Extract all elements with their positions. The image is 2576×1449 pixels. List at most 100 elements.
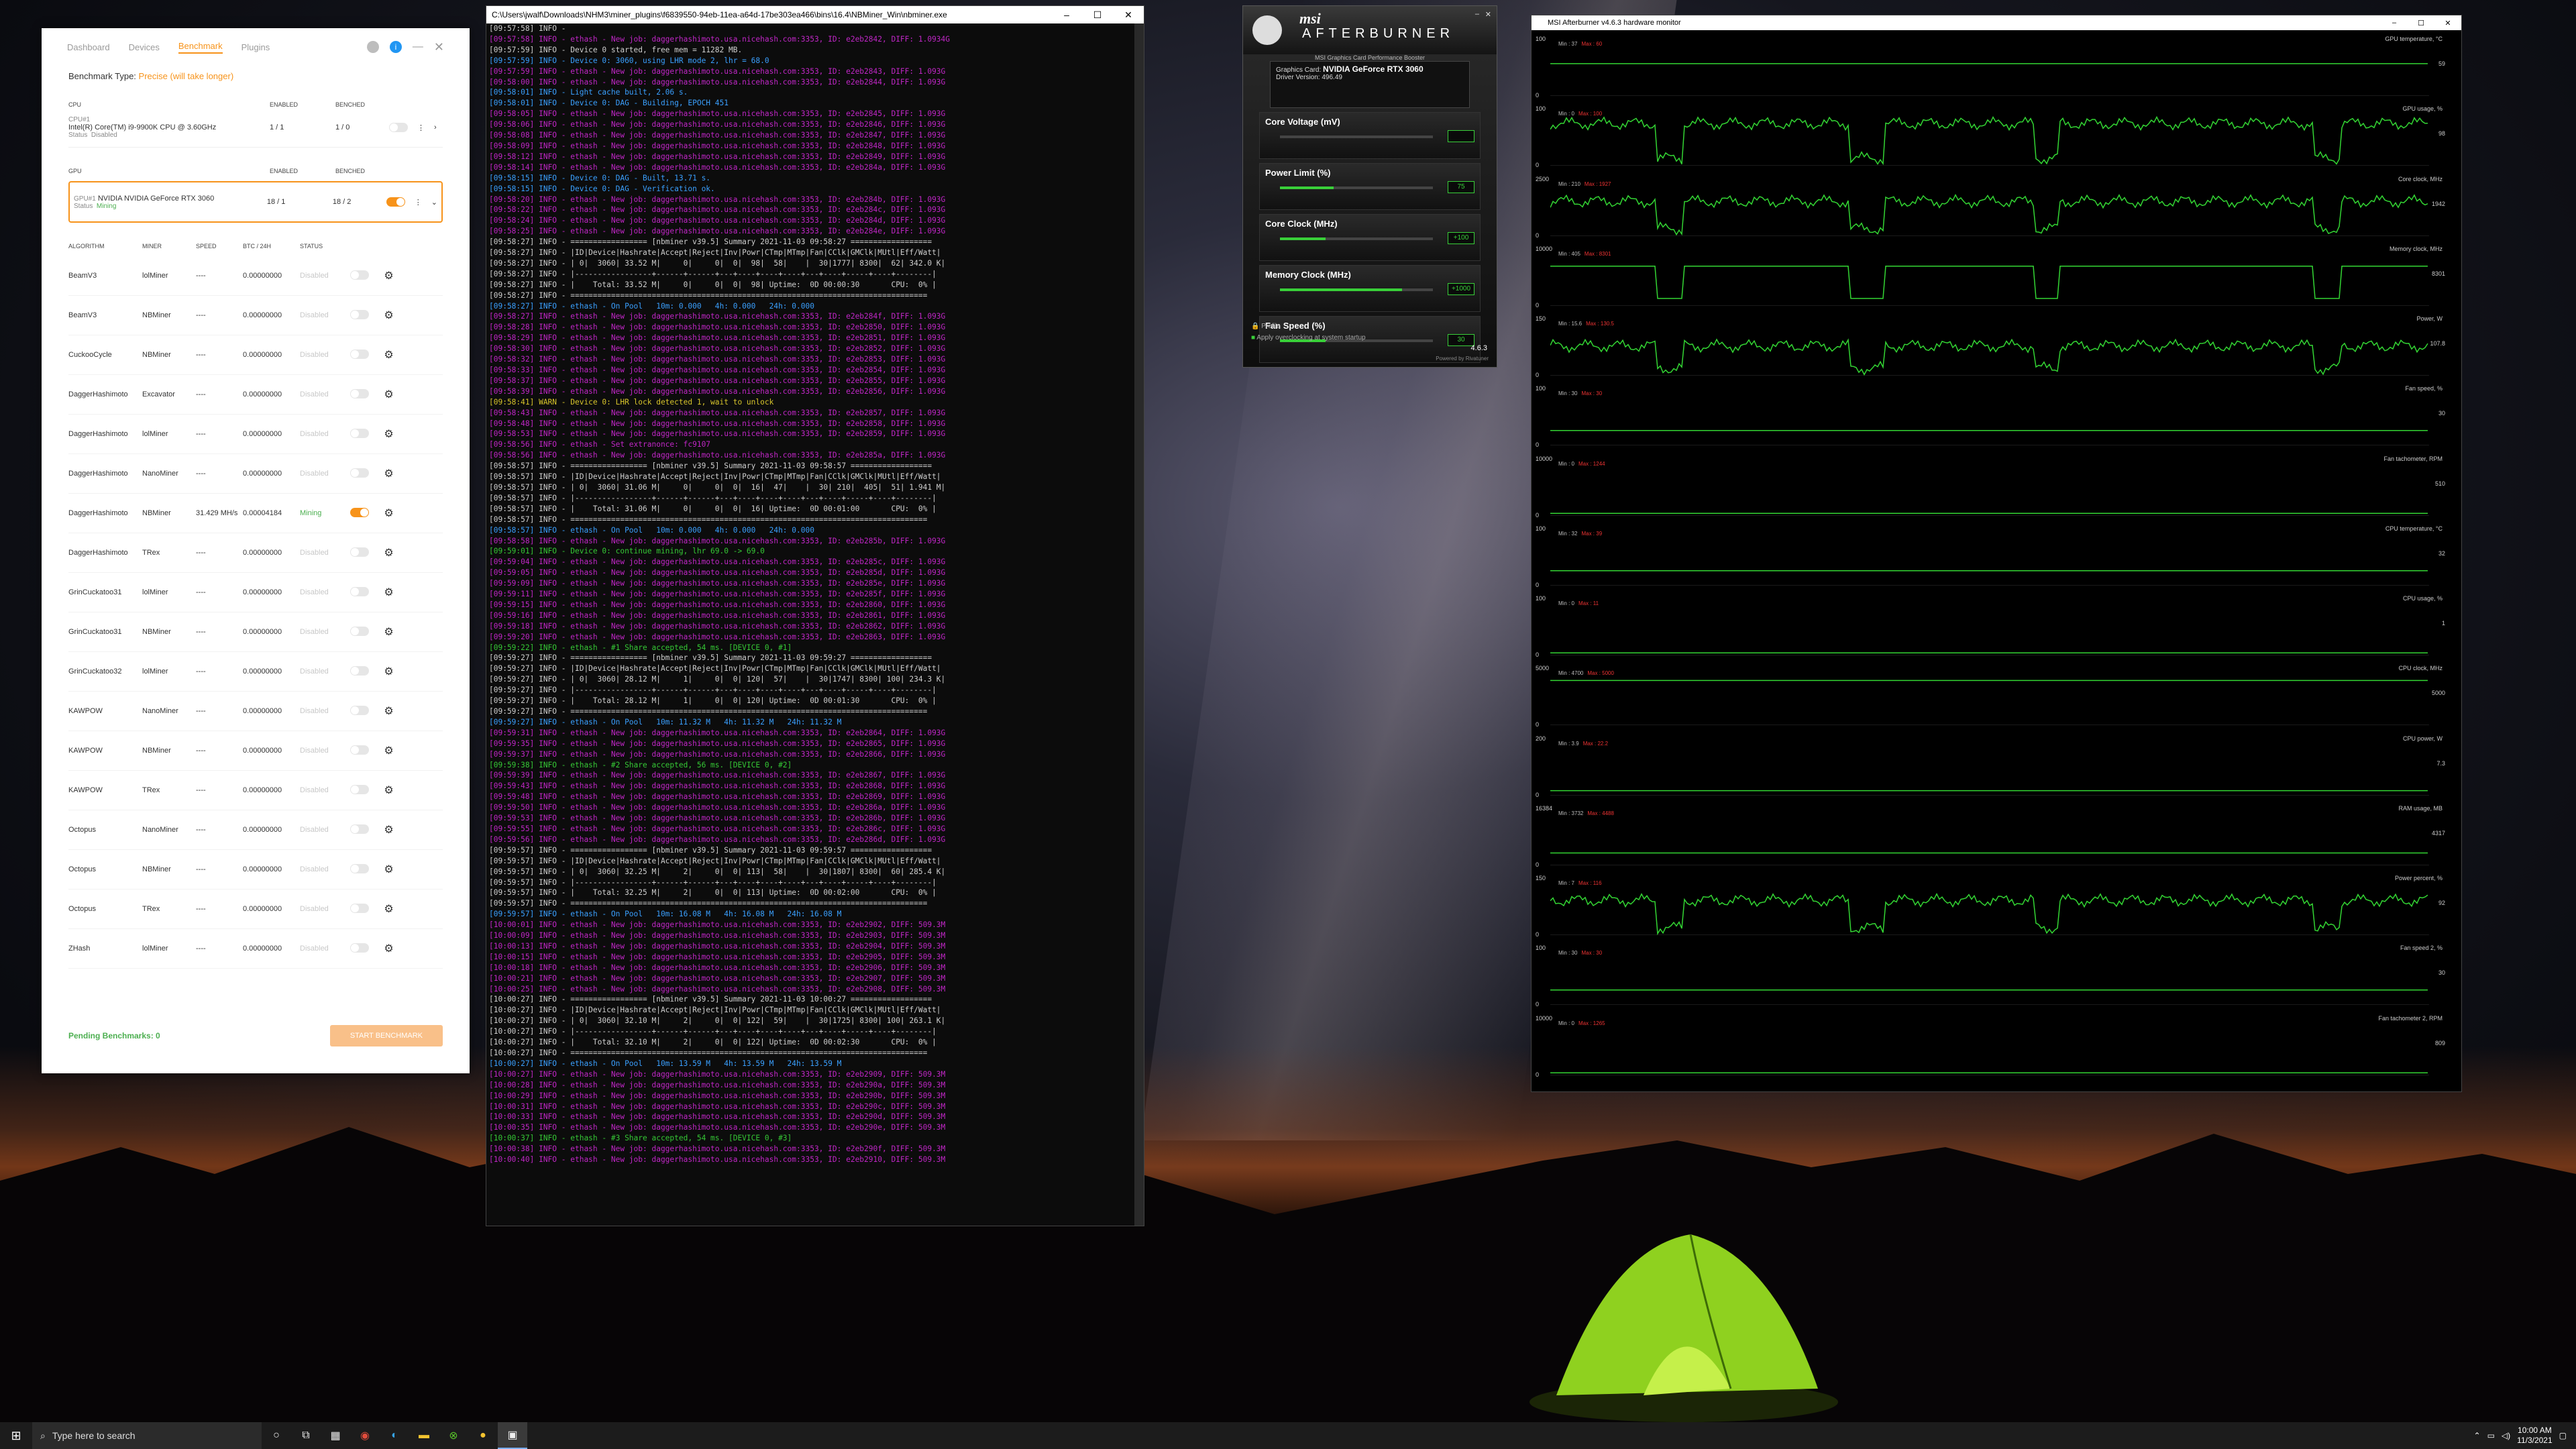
algorithm-row[interactable]: Octopus NBMiner ---- 0.00000000 Disabled ⚙ bbox=[68, 850, 443, 890]
task-view-icon[interactable]: ⧉ bbox=[291, 1422, 321, 1449]
algorithm-toggle[interactable] bbox=[350, 705, 369, 715]
tab-benchmark[interactable]: Benchmark bbox=[178, 41, 223, 54]
algorithm-row[interactable]: KAWPOW TRex ---- 0.00000000 Disabled ⚙ bbox=[68, 771, 443, 810]
algorithm-toggle[interactable] bbox=[350, 349, 369, 359]
benchmark-type-value[interactable]: Precise (will take longer) bbox=[139, 71, 234, 81]
tray-chevron-icon[interactable]: ⌃ bbox=[2474, 1431, 2481, 1440]
volume-icon[interactable]: ◁) bbox=[2502, 1431, 2510, 1440]
close-icon[interactable]: ✕ bbox=[1113, 9, 1144, 21]
oc-slider[interactable]: Power Limit (%) 75 bbox=[1259, 163, 1481, 210]
gear-icon[interactable]: ⚙ bbox=[380, 704, 397, 718]
algorithm-toggle[interactable] bbox=[350, 745, 369, 755]
more-icon[interactable]: ⋮ bbox=[417, 123, 425, 132]
tab-dashboard[interactable]: Dashboard bbox=[67, 42, 110, 52]
algorithm-toggle[interactable] bbox=[350, 309, 369, 319]
nicehash-icon[interactable]: ● bbox=[468, 1422, 498, 1449]
gear-icon[interactable]: ⚙ bbox=[380, 348, 397, 362]
settings-icon[interactable] bbox=[366, 41, 379, 53]
slider-value[interactable]: 75 bbox=[1448, 181, 1474, 193]
maximize-icon[interactable]: ☐ bbox=[2408, 19, 2434, 28]
gear-icon[interactable]: ⚙ bbox=[380, 546, 397, 559]
notifications-icon[interactable]: ▢ bbox=[2559, 1431, 2567, 1440]
lock-icon[interactable]: 🔒 bbox=[1251, 323, 1259, 330]
slider-track[interactable] bbox=[1280, 237, 1433, 240]
algorithm-toggle[interactable] bbox=[350, 903, 369, 913]
minimize-icon[interactable]: — bbox=[413, 41, 423, 53]
chrome-icon[interactable]: ◉ bbox=[350, 1422, 380, 1449]
gear-icon[interactable]: ⚙ bbox=[380, 388, 397, 401]
close-icon[interactable]: ✕ bbox=[1485, 10, 1491, 19]
gear-icon[interactable]: ⚙ bbox=[380, 309, 397, 322]
gear-icon[interactable]: ⚙ bbox=[380, 744, 397, 757]
algorithm-row[interactable]: GrinCuckatoo31 NBMiner ---- 0.00000000 Disab… bbox=[68, 612, 443, 652]
oc-slider[interactable]: Core Voltage (mV) bbox=[1259, 112, 1481, 159]
algorithm-toggle[interactable] bbox=[350, 270, 369, 280]
algorithm-toggle[interactable] bbox=[350, 468, 369, 478]
gear-icon[interactable]: ⚙ bbox=[380, 665, 397, 678]
windows-start-icon[interactable]: ⊞ bbox=[0, 1429, 32, 1443]
algorithm-toggle[interactable] bbox=[350, 943, 369, 953]
gear-icon[interactable]: ⚙ bbox=[380, 427, 397, 441]
algorithm-row[interactable]: Octopus NanoMiner ---- 0.00000000 Disabled ⚙ bbox=[68, 810, 443, 850]
device-toggle[interactable] bbox=[386, 197, 405, 207]
minimize-icon[interactable]: – bbox=[1475, 10, 1479, 18]
close-icon[interactable]: ✕ bbox=[434, 40, 444, 54]
minimize-icon[interactable]: – bbox=[1051, 9, 1082, 21]
gear-icon[interactable]: ⚙ bbox=[380, 625, 397, 639]
close-icon[interactable]: ✕ bbox=[2434, 19, 2461, 28]
gear-icon[interactable]: ⚙ bbox=[380, 823, 397, 837]
slider-value[interactable] bbox=[1448, 130, 1474, 142]
gear-icon[interactable]: ⚙ bbox=[380, 863, 397, 876]
network-icon[interactable]: ▭ bbox=[2487, 1431, 2495, 1440]
algorithm-row[interactable]: DaggerHashimoto NBMiner 31.429 MH/s 0.00004… bbox=[68, 494, 443, 533]
console-taskbar-icon[interactable]: ▣ bbox=[498, 1422, 527, 1449]
algorithm-row[interactable]: KAWPOW NBMiner ---- 0.00000000 Disabled ⚙ bbox=[68, 731, 443, 771]
tab-plugins[interactable]: Plugins bbox=[241, 42, 270, 52]
minimize-icon[interactable]: – bbox=[2381, 19, 2408, 28]
gear-icon[interactable]: ⚙ bbox=[380, 506, 397, 520]
algorithm-toggle[interactable] bbox=[350, 824, 369, 834]
algorithm-toggle[interactable] bbox=[350, 547, 369, 557]
algorithm-row[interactable]: KAWPOW NanoMiner ---- 0.00000000 Disabled ⚙ bbox=[68, 692, 443, 731]
slider-value[interactable]: +100 bbox=[1448, 232, 1474, 244]
algorithm-toggle[interactable] bbox=[350, 428, 369, 438]
gear-icon[interactable]: ⚙ bbox=[380, 467, 397, 480]
cpu-device-row[interactable]: CPU#1 Intel(R) Core(TM) i9-9900K CPU @ 3… bbox=[68, 108, 443, 148]
console-scrollbar[interactable] bbox=[1134, 23, 1144, 1226]
calculator-icon[interactable]: ▦ bbox=[321, 1422, 350, 1449]
algorithm-row[interactable]: DaggerHashimoto Excavator ---- 0.00000000 Di… bbox=[68, 375, 443, 415]
algorithm-toggle[interactable] bbox=[350, 388, 369, 398]
algorithm-row[interactable]: BeamV3 lolMiner ---- 0.00000000 Disabled ⚙ bbox=[68, 256, 443, 296]
gear-icon[interactable]: ⚙ bbox=[380, 902, 397, 916]
algorithm-row[interactable]: Octopus TRex ---- 0.00000000 Disabled ⚙ bbox=[68, 890, 443, 929]
start-benchmark-button[interactable]: START BENCHMARK bbox=[329, 1025, 443, 1046]
algorithm-row[interactable]: BeamV3 NBMiner ---- 0.00000000 Disabled ⚙ bbox=[68, 296, 443, 335]
more-icon[interactable]: ⋮ bbox=[415, 198, 422, 207]
oc-slider[interactable]: Memory Clock (MHz) +1000 bbox=[1259, 265, 1481, 312]
chevron-down-icon[interactable]: ⌄ bbox=[431, 198, 437, 207]
clock[interactable]: 10:00 AM 11/3/2021 bbox=[2517, 1426, 2553, 1446]
slider-track[interactable] bbox=[1280, 288, 1433, 291]
xbox-icon[interactable]: ⊗ bbox=[439, 1422, 468, 1449]
slider-value[interactable]: +1000 bbox=[1448, 283, 1474, 295]
file-explorer-icon[interactable]: ▬ bbox=[409, 1422, 439, 1449]
algorithm-row[interactable]: GrinCuckatoo31 lolMiner ---- 0.00000000 Disa… bbox=[68, 573, 443, 612]
algorithm-toggle[interactable] bbox=[350, 665, 369, 676]
edge-icon[interactable]: ◐ bbox=[380, 1422, 409, 1449]
algorithm-row[interactable]: CuckooCycle NBMiner ---- 0.00000000 Disabled… bbox=[68, 335, 443, 375]
algorithm-toggle[interactable] bbox=[350, 784, 369, 794]
algorithm-toggle[interactable] bbox=[350, 586, 369, 596]
gear-icon[interactable]: ⚙ bbox=[380, 269, 397, 282]
gpu-device-row[interactable]: GPU#1 NVIDIA NVIDIA GeForce RTX 3060 Sta… bbox=[68, 181, 443, 223]
algorithm-row[interactable]: GrinCuckatoo32 lolMiner ---- 0.00000000 Disa… bbox=[68, 652, 443, 692]
algorithm-row[interactable]: DaggerHashimoto NanoMiner ---- 0.00000000 Di… bbox=[68, 454, 443, 494]
maximize-icon[interactable]: ☐ bbox=[1082, 9, 1113, 21]
cortana-icon[interactable]: ○ bbox=[262, 1422, 291, 1449]
device-toggle[interactable] bbox=[389, 123, 408, 132]
algorithm-row[interactable]: ZHash lolMiner ---- 0.00000000 Disabled ⚙ bbox=[68, 929, 443, 969]
windows-startup-icon[interactable]: ■ bbox=[1251, 334, 1255, 341]
slider-track[interactable] bbox=[1280, 186, 1433, 189]
gear-icon[interactable]: ⚙ bbox=[380, 784, 397, 797]
algorithm-toggle[interactable] bbox=[350, 863, 369, 873]
chevron-right-icon[interactable]: › bbox=[434, 123, 437, 131]
